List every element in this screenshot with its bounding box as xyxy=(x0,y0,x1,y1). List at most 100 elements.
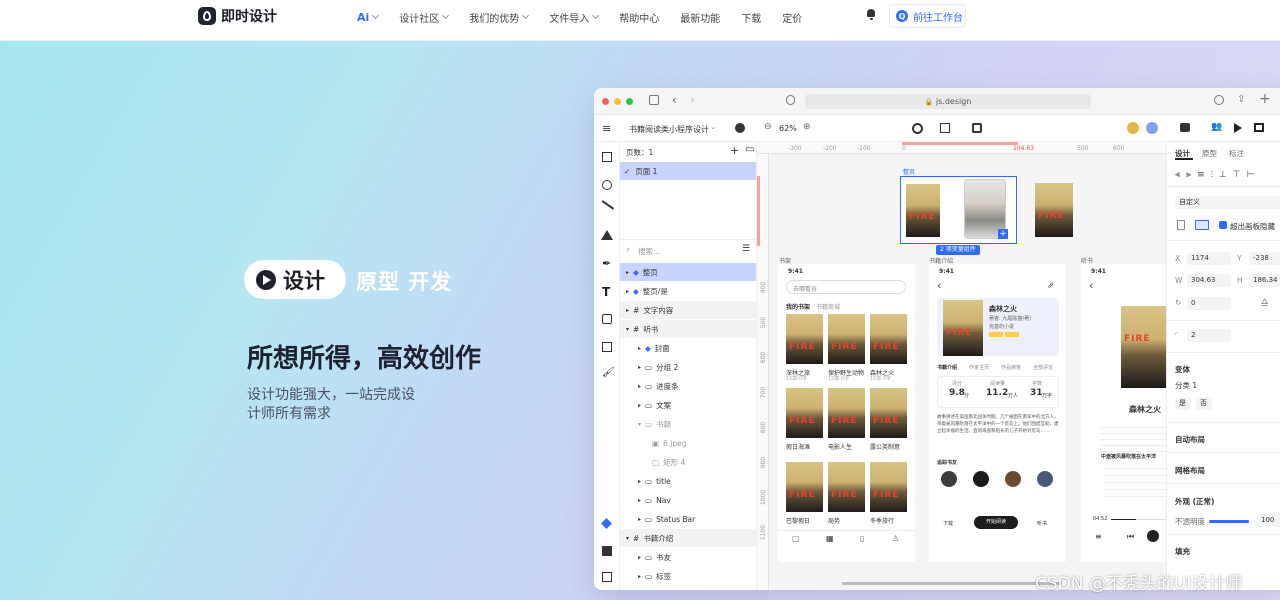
profile-icon[interactable]: ♙ xyxy=(892,534,899,543)
rectangle-tool-icon[interactable] xyxy=(602,152,612,162)
home-icon[interactable]: ▢ xyxy=(792,534,800,543)
rotation-field[interactable]: 0 xyxy=(1187,297,1231,310)
menu-ai[interactable]: Ai xyxy=(357,10,380,24)
download-icon[interactable] xyxy=(1214,95,1224,105)
friend-avatar[interactable] xyxy=(973,471,989,487)
collapse-icon[interactable]: ▭ xyxy=(745,144,754,155)
back-icon[interactable]: ‹ xyxy=(1089,279,1093,292)
assets-icon[interactable] xyxy=(602,546,612,556)
tab-comments[interactable]: 全部评论 xyxy=(1033,364,1053,371)
menu-design-community[interactable]: 设计社区 xyxy=(399,10,450,25)
layer-item[interactable]: ▸ ▭ 分组 2 xyxy=(620,358,756,376)
present-icon[interactable] xyxy=(1180,123,1190,132)
selected-component[interactable]: + xyxy=(900,176,1017,244)
frame-icon[interactable] xyxy=(940,123,950,133)
line-tool-icon[interactable] xyxy=(601,200,615,210)
download-button[interactable]: 下载 xyxy=(943,520,953,527)
file-name[interactable]: 书籍阅读类小程序设计 xyxy=(629,124,709,135)
fill-label[interactable]: 填充 xyxy=(1175,546,1190,557)
menu-pricing[interactable]: 定价 xyxy=(782,10,802,25)
flip-icon[interactable]: ⧋ xyxy=(1261,297,1268,307)
close-dot[interactable] xyxy=(602,98,609,105)
bell-icon[interactable] xyxy=(866,9,876,20)
variant-option-yes[interactable]: 是 xyxy=(1175,397,1191,410)
brush-tool-icon[interactable]: 🖌 xyxy=(602,367,615,378)
forward-icon[interactable]: › xyxy=(690,93,695,107)
y-field[interactable]: -238 xyxy=(1249,252,1280,265)
url-bar[interactable]: 🔒 js.design xyxy=(805,94,1091,109)
hero-tabs[interactable]: 原型 开发 xyxy=(356,266,452,296)
layer-item[interactable]: ▸ # 文字内容 xyxy=(620,301,756,319)
layer-item[interactable]: ▸ ▭ Status Bar xyxy=(620,510,756,528)
layer-item[interactable]: ▾ ▭ 书籍 xyxy=(620,415,756,433)
menu-advantages[interactable]: 我们的优势 xyxy=(469,10,530,25)
previous-icon[interactable]: ⏮ xyxy=(1127,532,1134,542)
book-cover[interactable] xyxy=(870,314,907,364)
friend-avatar[interactable] xyxy=(1037,471,1053,487)
ai-assist-icon[interactable] xyxy=(735,123,745,133)
layer-item[interactable]: ▸ ▭ 进度条 xyxy=(620,377,756,395)
sidebar-icon[interactable] xyxy=(649,95,659,105)
pen-tool-icon[interactable]: ✒ xyxy=(602,257,611,270)
image-tool-icon[interactable] xyxy=(602,314,612,324)
collaborator-avatar[interactable] xyxy=(1127,122,1139,134)
book-cover[interactable] xyxy=(786,388,823,438)
tab-intro[interactable]: 书籍介绍 xyxy=(937,364,957,371)
add-variant-icon[interactable]: + xyxy=(998,229,1008,239)
zoom-out-icon[interactable]: ⊖ xyxy=(764,122,772,132)
layout-icon[interactable] xyxy=(1254,123,1264,132)
frame-label[interactable]: 整页 xyxy=(903,167,915,176)
book-cover[interactable] xyxy=(786,462,823,512)
tab-inspect[interactable]: 标注 xyxy=(1229,148,1244,159)
zoom-in-icon[interactable]: ⊕ xyxy=(803,122,811,132)
progress-track[interactable] xyxy=(1111,519,1166,520)
new-tab-icon[interactable]: + xyxy=(1259,91,1271,107)
menu-download[interactable]: 下载 xyxy=(741,10,761,25)
team-icon[interactable]: 👥 xyxy=(1211,122,1222,132)
grid-icon[interactable]: ▦ xyxy=(826,534,834,543)
component-icon[interactable] xyxy=(912,123,923,134)
constraint-select[interactable]: 自定义 xyxy=(1175,196,1280,209)
page-item[interactable]: ✓ 页面 1 xyxy=(620,162,756,180)
maximize-dot[interactable] xyxy=(626,98,633,105)
brand-logo[interactable]: 即时设计 xyxy=(198,6,277,26)
bookshelf-frame[interactable]: 9:41 去哪看谷 我的书架 书籍商城 深林之旅 保护野生动物 森林之火 15章… xyxy=(778,264,915,562)
layer-item[interactable]: ▢ 矩形 4 xyxy=(620,453,756,471)
back-icon[interactable]: ‹ xyxy=(672,93,677,107)
layer-item[interactable]: ▣ 6.jpeg xyxy=(620,434,756,452)
ellipse-tool-icon[interactable] xyxy=(602,180,612,190)
book-cover[interactable] xyxy=(870,388,907,438)
add-page-icon[interactable]: + xyxy=(730,144,739,157)
zoom-level[interactable]: 62% xyxy=(779,124,797,133)
layer-item[interactable]: ▸ ◆ 封面 xyxy=(620,339,756,357)
layers-icon[interactable] xyxy=(601,518,612,529)
playlist-icon[interactable]: ≡ xyxy=(1095,532,1102,541)
grid-layout-label[interactable]: 网格布局 xyxy=(1175,465,1205,476)
clip-checkbox[interactable] xyxy=(1219,221,1227,229)
portrait-icon[interactable] xyxy=(1177,220,1185,230)
auto-layout-label[interactable]: 自动布局 xyxy=(1175,434,1205,445)
x-field[interactable]: 1174 xyxy=(1187,252,1231,265)
search-box[interactable]: 去哪看谷 xyxy=(786,280,906,294)
layer-item[interactable]: ▸ ▭ 标签 xyxy=(620,567,756,585)
layer-item[interactable]: ▸ ◆ 整页/是 xyxy=(620,282,756,300)
tab-author[interactable]: 作家主页 xyxy=(969,364,989,371)
menu-icon[interactable]: ≡ xyxy=(602,122,611,135)
menu-help[interactable]: 帮助中心 xyxy=(619,10,659,25)
layer-item[interactable]: ▸ ▭ Nav xyxy=(620,491,756,509)
frame-tool-icon[interactable] xyxy=(602,342,612,352)
radius-field[interactable]: 2 xyxy=(1187,329,1231,342)
layer-search[interactable]: 搜索... xyxy=(638,246,660,257)
book-detail-frame[interactable]: 9:41 ‹ ⇗ 森林之火 著者: 九尾陈猫(著) 完善的小说 书籍介绍 作家主… xyxy=(929,264,1066,562)
tab-store[interactable]: 书籍商城 xyxy=(816,302,840,311)
appearance-label[interactable]: 外观 (正常) xyxy=(1175,496,1214,507)
opacity-field[interactable]: 100 xyxy=(1257,514,1280,527)
variant-option-no[interactable]: 否 xyxy=(1196,397,1212,410)
tab-honor[interactable]: 作品荣誉 xyxy=(1001,364,1021,371)
bookmark-icon[interactable]: ▯ xyxy=(860,534,864,543)
pause-icon[interactable] xyxy=(1147,530,1159,542)
go-workspace-button[interactable]: Q 前往工作台 xyxy=(889,4,966,28)
listen-button[interactable]: 听书 xyxy=(1037,520,1047,527)
layer-item[interactable]: ▸ ◆ 整页 xyxy=(620,263,756,281)
collaborator-avatar[interactable] xyxy=(1146,122,1158,134)
